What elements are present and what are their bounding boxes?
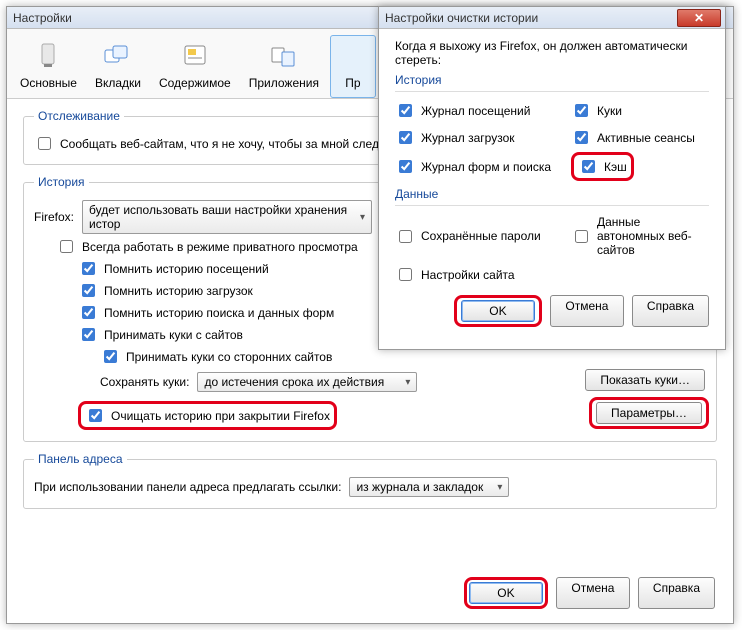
cache-checkbox[interactable]: [582, 160, 595, 173]
offline-data-label: Данные автономных веб-сайтов: [597, 215, 709, 257]
site-settings-checkbox[interactable]: [399, 268, 412, 281]
remember-forms-label: Помнить историю поиска и данных форм: [104, 306, 334, 320]
keep-cookies-value: до истечения срока их действия: [204, 375, 384, 389]
offline-data-checkbox[interactable]: [575, 230, 588, 243]
close-icon[interactable]: ✕: [677, 9, 721, 27]
remember-forms-checkbox[interactable]: [82, 306, 95, 319]
tab-content-label: Содержимое: [159, 76, 231, 90]
clear-on-close-checkbox[interactable]: [89, 409, 102, 422]
suggest-label: При использовании панели адреса предлага…: [34, 480, 341, 494]
active-sessions-label: Активные сеансы: [597, 131, 695, 145]
saved-passwords-checkbox[interactable]: [399, 230, 412, 243]
clear-on-close-label: Очищать историю при закрытии Firefox: [111, 409, 330, 423]
offline-data-row[interactable]: Данные автономных веб-сайтов: [571, 215, 709, 257]
main-ok-highlight: OK: [464, 577, 548, 609]
dialog-help-button[interactable]: Справка: [632, 295, 709, 327]
saved-passwords-label: Сохранённые пароли: [421, 229, 541, 243]
tab-privacy[interactable]: Пр: [330, 35, 376, 98]
dialog-title: Настройки очистки истории: [385, 11, 538, 25]
dnt-checkbox[interactable]: [38, 137, 51, 150]
accept-thirdparty-label: Принимать куки со сторонних сайтов: [126, 350, 332, 364]
suggest-value: из журнала и закладок: [356, 480, 483, 494]
content-icon: [179, 40, 211, 72]
main-title: Настройки: [13, 11, 72, 25]
main-cancel-button[interactable]: Отмена: [556, 577, 630, 609]
applications-icon: [268, 40, 300, 72]
addressbar-group: Панель адреса При использовании панели а…: [23, 452, 717, 509]
dialog-button-row: OK Отмена Справка: [395, 295, 709, 327]
keep-cookies-label: Сохранять куки:: [100, 375, 189, 389]
always-private-checkbox[interactable]: [60, 240, 73, 253]
tab-applications-label: Приложения: [249, 76, 319, 90]
dialog-ok-button[interactable]: OK: [461, 300, 535, 322]
tabs-icon: [102, 40, 134, 72]
browsing-log-checkbox[interactable]: [399, 104, 412, 117]
cache-label: Кэш: [604, 160, 627, 174]
dialog-data-section: Данные: [395, 187, 709, 201]
always-private-label: Всегда работать в режиме приватного прос…: [82, 240, 358, 254]
download-log-checkbox[interactable]: [399, 131, 412, 144]
clear-on-close-highlight: Очищать историю при закрытии Firefox: [78, 401, 337, 430]
cache-highlight: Кэш: [571, 152, 634, 181]
suggest-dropdown[interactable]: из журнала и закладок: [349, 477, 509, 497]
form-log-checkbox[interactable]: [399, 160, 412, 173]
dialog-ok-highlight: OK: [454, 295, 542, 327]
dialog-history-section: История: [395, 73, 709, 87]
remember-browsing-label: Помнить историю посещений: [104, 262, 269, 276]
show-cookies-button[interactable]: Показать куки…: [585, 369, 705, 391]
accept-cookies-checkbox[interactable]: [82, 328, 95, 341]
tab-general-label: Основные: [20, 76, 77, 90]
clear-settings-button[interactable]: Параметры…: [596, 402, 702, 424]
browsing-log-row[interactable]: Журнал посещений: [395, 101, 565, 120]
addressbar-legend: Панель адреса: [34, 452, 127, 466]
active-sessions-row[interactable]: Активные сеансы: [571, 128, 709, 147]
remember-browsing-checkbox[interactable]: [82, 262, 95, 275]
tracking-legend: Отслеживание: [34, 109, 124, 123]
main-ok-button[interactable]: OK: [469, 582, 543, 604]
clear-history-dialog: Настройки очистки истории ✕ Когда я выхо…: [378, 6, 726, 350]
dialog-body: Когда я выхожу из Firefox, он должен авт…: [379, 29, 725, 349]
tab-tabs[interactable]: Вкладки: [88, 35, 148, 98]
tab-applications[interactable]: Приложения: [242, 35, 326, 98]
keep-cookies-dropdown[interactable]: до истечения срока их действия: [197, 372, 417, 392]
settings-button-highlight: Параметры…: [589, 397, 709, 429]
remember-downloads-checkbox[interactable]: [82, 284, 95, 297]
tab-general[interactable]: Основные: [13, 35, 84, 98]
main-button-row: OK Отмена Справка: [464, 577, 715, 609]
form-log-row[interactable]: Журнал форм и поиска: [395, 155, 565, 178]
dialog-titlebar[interactable]: Настройки очистки истории ✕: [379, 7, 725, 29]
download-log-row[interactable]: Журнал загрузок: [395, 128, 565, 147]
saved-passwords-row[interactable]: Сохранённые пароли: [395, 215, 565, 257]
cookies-row[interactable]: Куки: [571, 101, 709, 120]
site-settings-row[interactable]: Настройки сайта: [395, 265, 565, 284]
form-log-label: Журнал форм и поиска: [421, 160, 551, 174]
dnt-label: Сообщать веб-сайтам, что я не хочу, чтоб…: [60, 137, 379, 151]
active-sessions-checkbox[interactable]: [575, 131, 588, 144]
dialog-cancel-button[interactable]: Отмена: [550, 295, 624, 327]
firefox-mode-label: Firefox:: [34, 210, 74, 224]
main-help-button[interactable]: Справка: [638, 577, 715, 609]
privacy-icon: [337, 40, 369, 72]
browsing-log-label: Журнал посещений: [421, 104, 530, 118]
tab-content[interactable]: Содержимое: [152, 35, 238, 98]
download-log-label: Журнал загрузок: [421, 131, 515, 145]
site-settings-label: Настройки сайта: [421, 268, 515, 282]
cookies-checkbox[interactable]: [575, 104, 588, 117]
tab-tabs-label: Вкладки: [95, 76, 141, 90]
tab-privacy-label: Пр: [345, 76, 360, 90]
remember-downloads-label: Помнить историю загрузок: [104, 284, 253, 298]
cookies-label: Куки: [597, 104, 622, 118]
accept-cookies-label: Принимать куки с сайтов: [104, 328, 243, 342]
history-mode-value: будет использовать ваши настройки хранен…: [89, 203, 349, 231]
clear-on-close-row[interactable]: Очищать историю при закрытии Firefox: [85, 406, 330, 425]
history-legend: История: [34, 175, 89, 189]
cache-row[interactable]: Кэш: [578, 157, 627, 176]
history-mode-dropdown[interactable]: будет использовать ваши настройки хранен…: [82, 200, 372, 234]
dialog-intro: Когда я выхожу из Firefox, он должен авт…: [395, 39, 709, 67]
accept-thirdparty-checkbox[interactable]: [104, 350, 117, 363]
general-icon: [32, 40, 64, 72]
